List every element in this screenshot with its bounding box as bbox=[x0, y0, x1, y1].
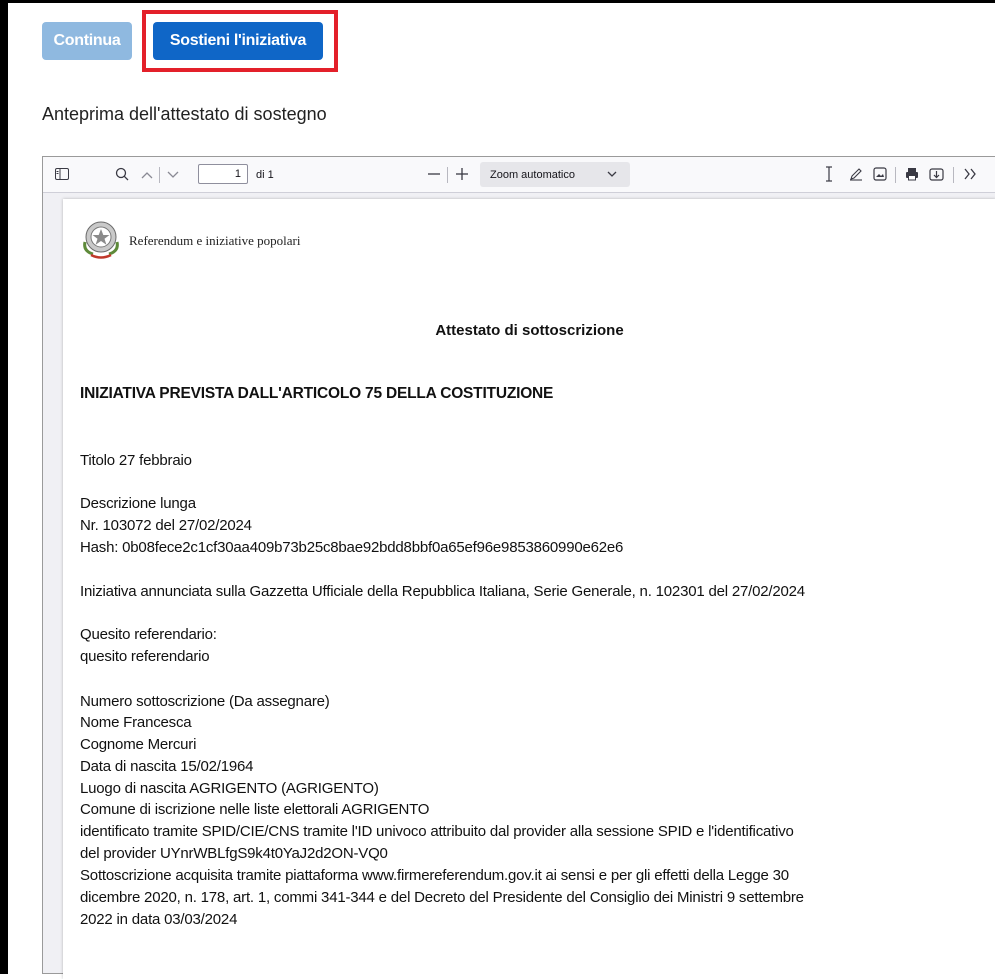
identification-line-1: identificato tramite SPID/CIE/CNS tramit… bbox=[80, 823, 794, 840]
screenshot-frame-left bbox=[0, 0, 8, 974]
initiative-title: Titolo 27 febbraio bbox=[80, 452, 192, 469]
draw-pen-icon[interactable] bbox=[849, 167, 863, 183]
subscription-line-2: dicembre 2020, n. 178, art. 1, commi 341… bbox=[80, 889, 804, 906]
zoom-select[interactable]: Zoom automatico bbox=[480, 162, 630, 187]
chevron-down-icon bbox=[607, 167, 617, 181]
sidebar-toggle-icon[interactable] bbox=[55, 168, 69, 182]
search-icon[interactable] bbox=[115, 167, 129, 183]
preview-title: Anteprima dell'attestato di sostegno bbox=[42, 104, 327, 124]
next-page-icon[interactable] bbox=[167, 168, 179, 182]
toolbar-separator bbox=[895, 167, 896, 183]
birth-date: Data di nascita 15/02/1964 bbox=[80, 758, 254, 775]
initiative-hash: Hash: 0b08fece2c1cf30aa409b73b25c8bae92b… bbox=[80, 539, 624, 556]
initiative-description: Descrizione lunga bbox=[80, 495, 196, 512]
toolbar-separator bbox=[447, 167, 448, 183]
zoom-in-icon[interactable] bbox=[455, 167, 469, 183]
previous-page-icon[interactable] bbox=[141, 168, 153, 182]
more-tools-icon[interactable] bbox=[963, 167, 977, 183]
gazzetta-notice: Iniziativa annunciata sulla Gazzetta Uff… bbox=[80, 583, 805, 600]
pdf-page: Referendum e iniziative popolari Attesta… bbox=[63, 199, 995, 979]
subscription-number: Numero sottoscrizione (Da assegnare) bbox=[80, 693, 330, 710]
zoom-select-value: Zoom automatico bbox=[490, 169, 575, 181]
subscription-line-1: Sottoscrizione acquisita tramite piattaf… bbox=[80, 867, 789, 884]
pdf-viewer: 1 di 1 Zoom automatico Referendum e iniz… bbox=[42, 156, 995, 979]
save-download-icon[interactable] bbox=[929, 167, 944, 183]
toolbar-separator bbox=[159, 167, 160, 183]
screenshot-frame-top bbox=[0, 0, 995, 3]
last-name: Cognome Mercuri bbox=[80, 736, 197, 753]
subscription-line-3: 2022 in data 03/03/2024 bbox=[80, 911, 238, 928]
zoom-out-icon[interactable] bbox=[427, 167, 441, 183]
italian-republic-emblem-icon bbox=[79, 218, 123, 265]
page-total: di 1 bbox=[256, 169, 274, 181]
image-icon[interactable] bbox=[873, 167, 887, 183]
toolbar-separator bbox=[953, 167, 954, 183]
pdf-toolbar: 1 di 1 Zoom automatico bbox=[43, 157, 995, 193]
quesito-value: quesito referendario bbox=[80, 648, 210, 665]
document-title: Attestato di sottoscrizione bbox=[435, 322, 624, 339]
highlight-box bbox=[142, 10, 338, 72]
initiative-number: Nr. 103072 del 27/02/2024 bbox=[80, 517, 252, 534]
first-name: Nome Francesca bbox=[80, 714, 192, 731]
continue-button[interactable]: Continua bbox=[42, 22, 132, 60]
electoral-municipality: Comune di iscrizione nelle liste elettor… bbox=[80, 801, 430, 818]
organization-name: Referendum e iniziative popolari bbox=[129, 233, 301, 248]
print-icon[interactable] bbox=[905, 167, 919, 183]
birth-place: Luogo di nascita AGRIGENTO (AGRIGENTO) bbox=[80, 780, 379, 797]
identification-line-2: del provider UYnrWBLfgS9k4t0YaJ2d2ON-VQ0 bbox=[80, 845, 388, 862]
quesito-label: Quesito referendario: bbox=[80, 626, 217, 643]
text-cursor-icon[interactable] bbox=[824, 166, 834, 184]
document-heading: INIZIATIVA PREVISTA DALL'ARTICOLO 75 DEL… bbox=[80, 385, 554, 402]
page-number-input[interactable]: 1 bbox=[198, 164, 248, 184]
